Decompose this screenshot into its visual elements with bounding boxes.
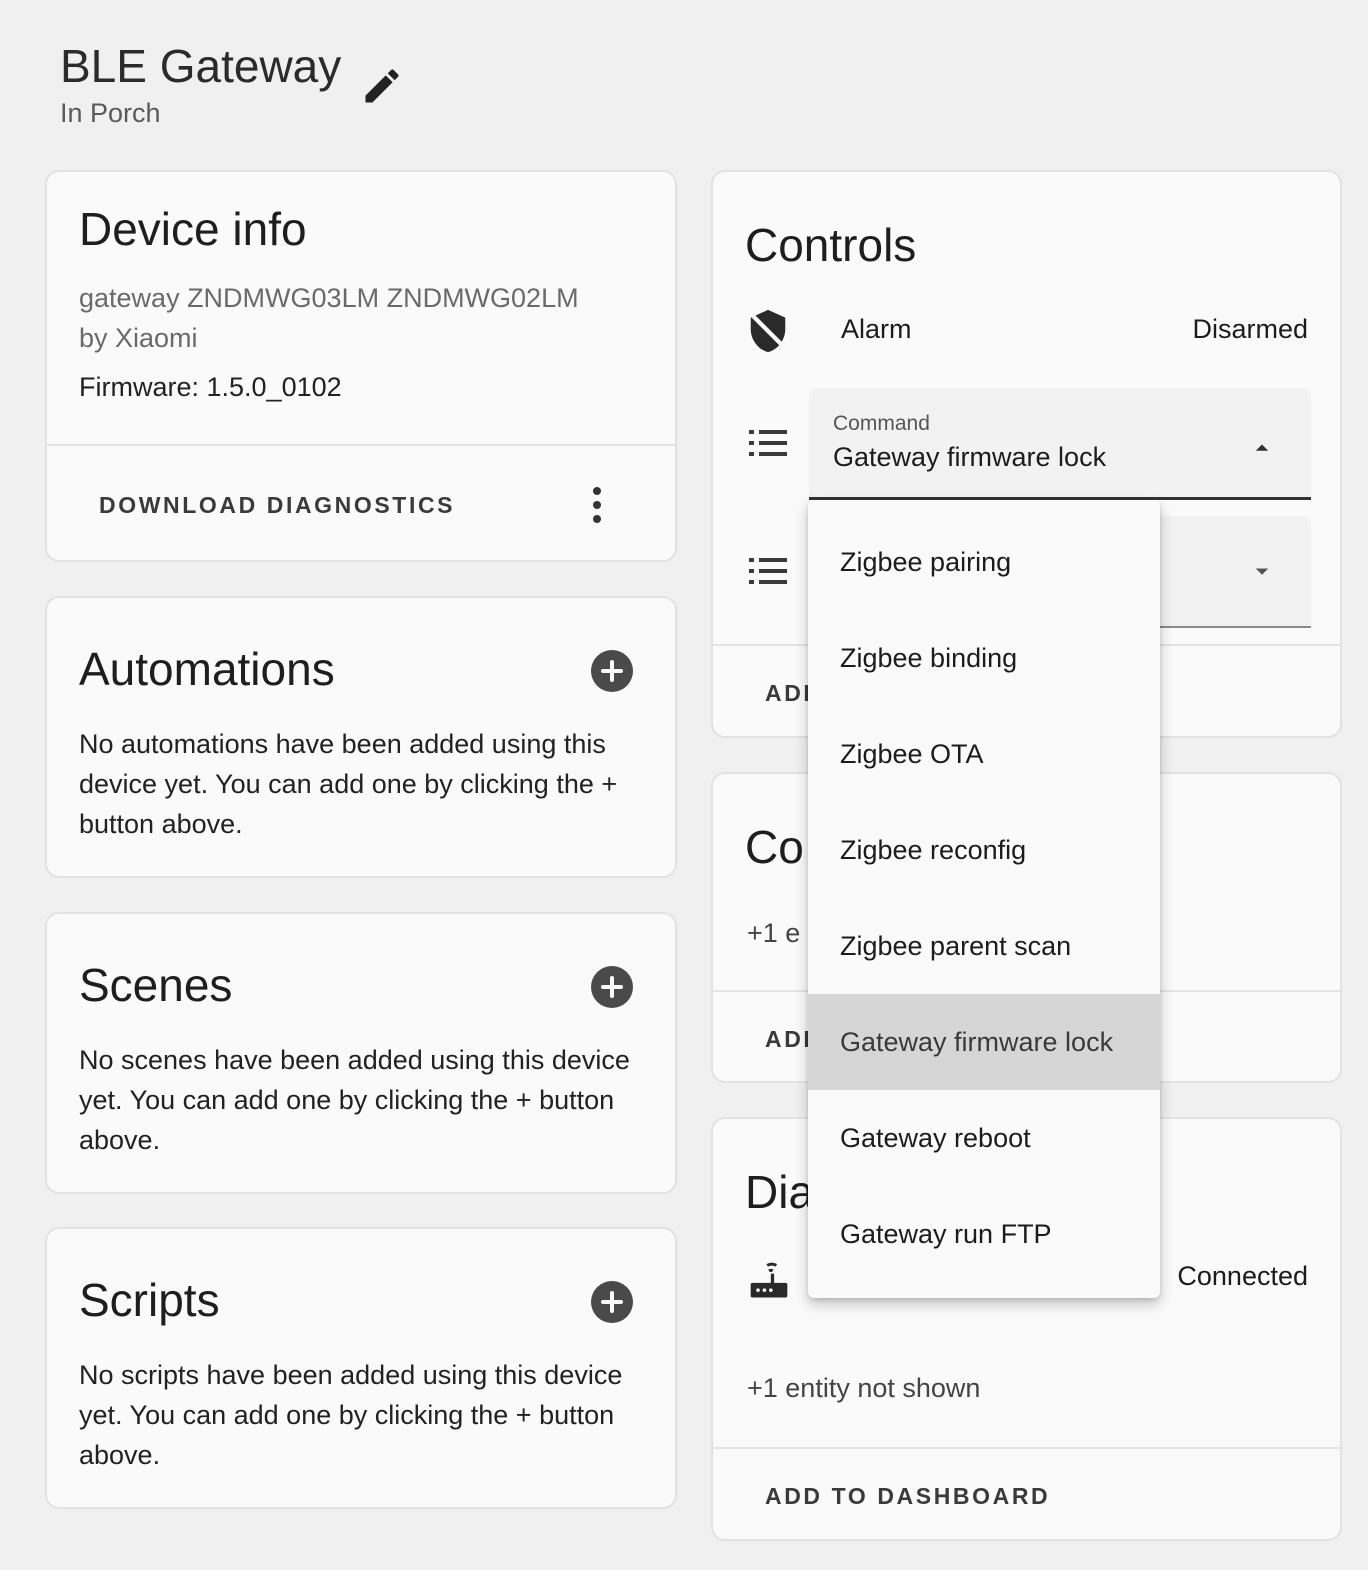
menu-item-gateway-reboot[interactable]: Gateway reboot [808,1090,1160,1186]
add-to-dashboard-button[interactable]: ADD TO DASHBOARD [765,1483,1050,1510]
command-select[interactable]: Command Gateway firmware lock [809,388,1311,500]
model-line: gateway ZNDMWG03LM ZNDMWG02LM [79,283,579,313]
automations-empty-text: No automations have been added using thi… [79,729,618,839]
scripts-empty-text: No scripts have been added using this de… [79,1360,623,1470]
scripts-card: Scripts No scripts have been added using… [45,1227,677,1509]
menu-item-zigbee-pairing[interactable]: Zigbee pairing [808,514,1160,610]
diagnostic-title: Dia [745,1166,815,1218]
device-name: BLE Gateway [60,40,342,92]
hidden-entities-text[interactable]: +1 entity not shown [747,1373,980,1404]
menu-item-zigbee-ota[interactable]: Zigbee OTA [808,706,1160,802]
automations-title: Automations [79,643,335,695]
add-automation-button[interactable] [591,650,633,692]
controls-title: Controls [745,219,917,271]
alarm-label: Alarm [841,314,912,344]
card-divider [47,444,675,446]
command-dropdown-menu: Zigbee pairing Zigbee binding Zigbee OTA… [808,500,1160,1298]
configuration-title: Co [745,821,804,873]
alarm-state: Disarmed [1192,314,1308,344]
menu-item-zigbee-binding[interactable]: Zigbee binding [808,610,1160,706]
chevron-up-icon [1255,444,1269,451]
list-icon [749,556,789,588]
scenes-title: Scenes [79,959,233,1011]
scripts-title: Scripts [79,1274,220,1326]
menu-item-zigbee-parent-scan[interactable]: Zigbee parent scan [808,898,1160,994]
more-options-icon[interactable] [587,485,607,525]
firmware-version: Firmware: 1.5.0_0102 [79,372,342,402]
scenes-empty-text: No scenes have been added using this dev… [79,1045,630,1155]
pencil-icon[interactable] [360,64,404,108]
configuration-entities-text[interactable]: +1 e [747,918,800,949]
command-select-label: Command [833,412,930,435]
list-icon [749,428,789,460]
device-area: In Porch [60,98,161,128]
download-diagnostics-button[interactable]: DOWNLOAD DIAGNOSTICS [99,492,455,519]
page-header: BLE Gateway In Porch [60,38,341,129]
menu-item-gateway-firmware-lock[interactable]: Gateway firmware lock [808,994,1160,1090]
router-wireless-icon [750,1262,788,1298]
command-select-value: Gateway firmware lock [833,442,1107,472]
manufacturer-line: by Xiaomi [79,323,198,353]
add-scene-button[interactable] [591,966,633,1008]
device-info-card: Device info gateway ZNDMWG03LM ZNDMWG02L… [45,170,677,562]
menu-item-zigbee-reconfig[interactable]: Zigbee reconfig [808,802,1160,898]
connectivity-state[interactable]: Connected [1177,1261,1308,1292]
card-divider [713,1447,1340,1449]
device-info-title: Device info [79,203,307,255]
scenes-card: Scenes No scenes have been added using t… [45,912,677,1194]
chevron-down-icon [1255,568,1269,575]
device-model: gateway ZNDMWG03LM ZNDMWG02LM by Xiaomi [79,278,579,358]
automations-card: Automations No automations have been add… [45,596,677,878]
menu-item-gateway-run-ftp[interactable]: Gateway run FTP [808,1186,1160,1282]
alarm-entity-row[interactable]: Alarm Disarmed [713,302,1340,362]
add-script-button[interactable] [591,1281,633,1323]
